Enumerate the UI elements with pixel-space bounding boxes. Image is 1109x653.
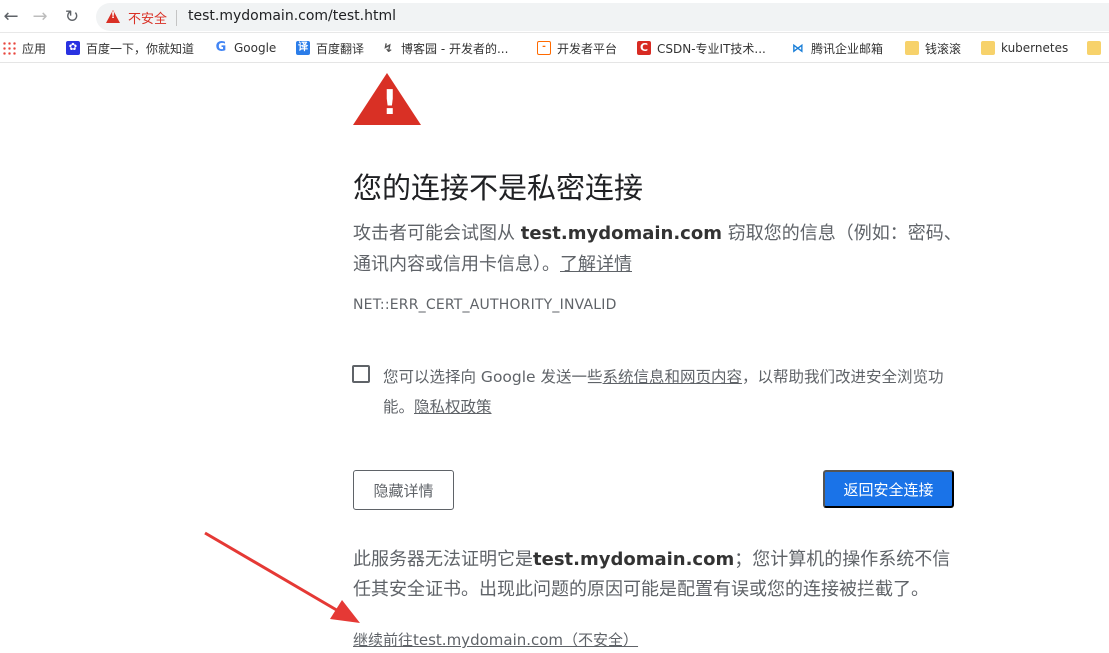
annotation-arrow bbox=[204, 531, 360, 623]
arrow-shaft bbox=[204, 531, 341, 614]
arrow-head bbox=[330, 600, 360, 623]
